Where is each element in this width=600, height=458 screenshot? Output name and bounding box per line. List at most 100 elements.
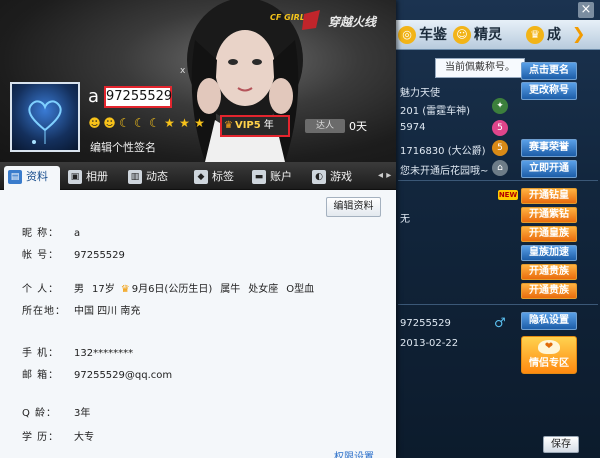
moon-icon: ☾ <box>134 116 145 130</box>
divider <box>398 304 598 305</box>
royal-speedup-button[interactable]: 皇族加速 <box>521 245 577 261</box>
tab-account-label: 账户 <box>270 170 292 183</box>
field-value: 97255529@qq.com <box>74 370 173 381</box>
sprite-icon: ☺ <box>453 26 471 44</box>
tab-games[interactable]: ◐ 游戏 <box>308 166 352 190</box>
save-button[interactable]: 保存 <box>543 436 579 453</box>
crown-icon: ♛ <box>224 120 233 131</box>
tab-chejian-label: 车鉴 <box>419 27 447 43</box>
field-account: 帐 号： 97255529 <box>22 246 125 262</box>
info-qq: 97255529 <box>400 318 451 329</box>
field-label: 帐 号： <box>22 250 60 261</box>
field-label: Q 龄： <box>22 408 58 419</box>
profile-nickname: a <box>88 86 100 107</box>
banner-stray-mark: x <box>180 66 186 76</box>
cf-logo: CF GIRL 穿越火线 <box>270 10 378 30</box>
couple-zone-label: 情侣专区 <box>529 358 569 369</box>
sun-icon: ☻ <box>88 116 101 130</box>
male-icon: ♂ <box>494 316 506 331</box>
avatar[interactable] <box>10 82 80 152</box>
screen: × ◎ 车鉴 ☺ 精灵 ♛ 成 ❯ 当前佩戴称号。 魅力天使 201 (雷霆车神) 5… <box>0 0 600 458</box>
medal-icon: ✦ <box>492 98 508 114</box>
feed-icon: ▥ <box>128 170 142 184</box>
tab-scroll-right-icon[interactable]: ❯ <box>572 24 585 43</box>
tab-chejian[interactable]: ◎ 车鉴 <box>398 24 447 46</box>
rename-button[interactable]: 点击更名 <box>521 62 577 80</box>
field-value: a <box>74 228 81 239</box>
info-none: 无 <box>400 214 410 225</box>
open-now-button[interactable]: 立即开通 <box>521 160 577 178</box>
new-badge: NEW <box>498 190 518 200</box>
profile-banner: CF GIRL 穿越火线 a 97255529 x ☻ ☻ ☾ ☾ ☾ ★ ★ … <box>0 0 396 162</box>
open-royal-button[interactable]: 开通皇族 <box>521 226 577 242</box>
gender-value: 男 <box>74 284 84 295</box>
tab-jingling[interactable]: ☺ 精灵 <box>453 24 502 46</box>
field-personal: 个 人： 男 17岁 ♛ 9月6日(公历生日) 属牛 处女座 O型血 <box>22 280 314 296</box>
photo-icon: ▣ <box>68 170 82 184</box>
wallet-icon: ▬ <box>252 170 266 184</box>
noble-badge-icon: 5 <box>492 140 508 156</box>
field-email: 邮 箱： 97255529@qq.com <box>22 366 172 382</box>
tab-tags-label: 标签 <box>212 170 234 183</box>
info-garden: 您未开通后花园哦~ <box>400 166 489 177</box>
divider <box>398 180 598 181</box>
profile-tab-bar: ▤ 资料 ▣ 相册 ▥ 动态 ◆ 标签 ▬ 账户 ◐ 游戏 ◂ ▸ <box>0 162 396 190</box>
tab-profile-label: 资料 <box>26 170 48 183</box>
field-value: 3年 <box>74 408 91 419</box>
open-noble-button-2[interactable]: 开通贵族 <box>521 283 577 299</box>
tab-feed[interactable]: ▥ 动态 <box>124 166 168 190</box>
vip-level: VIP5 <box>234 120 261 131</box>
couple-zone-button[interactable]: ❤ 情侣专区 <box>521 336 577 374</box>
open-diamond-king-button[interactable]: 开通钻皇 <box>521 188 577 204</box>
moon-icon: ☾ <box>119 116 130 130</box>
profile-qq-number: 97255529 <box>104 86 172 108</box>
birthday-value: 9月6日(公历生日) <box>131 284 213 295</box>
open-purple-diamond-button[interactable]: 开通紫钻 <box>521 207 577 223</box>
edit-signature-link[interactable]: 编辑个性签名 <box>90 139 156 155</box>
field-label: 个 人： <box>22 284 60 295</box>
match-honor-button[interactable]: 赛事荣誉 <box>521 139 577 157</box>
tab-tags[interactable]: ◆ 标签 <box>190 166 234 190</box>
field-nickname: 昵 称： a <box>22 224 80 240</box>
title-tooltip: 当前佩戴称号。 <box>435 58 525 78</box>
open-noble-button[interactable]: 开通贵族 <box>521 264 577 280</box>
privacy-settings-button[interactable]: 隐私设置 <box>521 312 577 330</box>
change-title-button[interactable]: 更改称号 <box>521 82 577 100</box>
field-phone: 手 机： 132******** <box>22 344 133 360</box>
tab-scroll-icon[interactable]: ◂ ▸ <box>378 170 391 181</box>
close-icon[interactable]: × <box>578 2 594 18</box>
crown-icon: ♛ <box>120 284 130 295</box>
permission-settings-link[interactable]: 权限设置 <box>334 448 374 458</box>
vip-year: 年 <box>263 120 274 131</box>
profile-details: 编辑资料 昵 称： a 帐 号： 97255529 个 人： 男 17岁 ♛ 9月6日(公历… <box>0 190 396 458</box>
field-value: 中国 四川 南充 <box>74 306 141 317</box>
vip-badge[interactable]: ♛ VIP5 年 <box>220 115 290 137</box>
field-value: 大专 <box>74 432 94 443</box>
field-value: 97255529 <box>74 250 125 261</box>
profile-panel: CF GIRL 穿越火线 a 97255529 x ☻ ☻ ☾ ☾ ☾ ★ ★ … <box>0 0 396 458</box>
level-icons: ☻ ☻ ☾ ☾ ☾ ★ ★ ★ <box>88 117 206 131</box>
car-icon: ◎ <box>398 26 416 44</box>
age-value: 17岁 <box>92 284 115 295</box>
talent-badge[interactable]: 达人 <box>305 119 345 133</box>
tag-icon: ◆ <box>194 170 208 184</box>
zodiac-value: 属牛 <box>220 284 241 295</box>
tab-chengjiu[interactable]: ♛ 成 <box>526 24 561 46</box>
moon-icon: ☾ <box>149 116 160 130</box>
field-label: 所在地： <box>22 306 66 317</box>
tab-photos-label: 相册 <box>86 170 108 183</box>
field-education: 学 历： 大专 <box>22 428 94 444</box>
talent-days: 0天 <box>349 120 367 133</box>
tab-profile[interactable]: ▤ 资料 <box>4 166 60 190</box>
constellation-value: 处女座 <box>248 284 279 295</box>
field-label: 昵 称： <box>22 228 60 239</box>
tab-photos[interactable]: ▣ 相册 <box>64 166 108 190</box>
sun-icon: ☻ <box>103 116 116 130</box>
svg-text:穿越火线: 穿越火线 <box>328 15 378 29</box>
edit-profile-button[interactable]: 编辑资料 <box>326 197 381 217</box>
wings-icon: ❤ <box>538 340 560 354</box>
heart-badge-icon: 5 <box>492 120 508 136</box>
tab-account[interactable]: ▬ 账户 <box>248 166 292 190</box>
star-icon: ★ <box>164 116 175 130</box>
star-icon: ★ <box>179 116 190 130</box>
